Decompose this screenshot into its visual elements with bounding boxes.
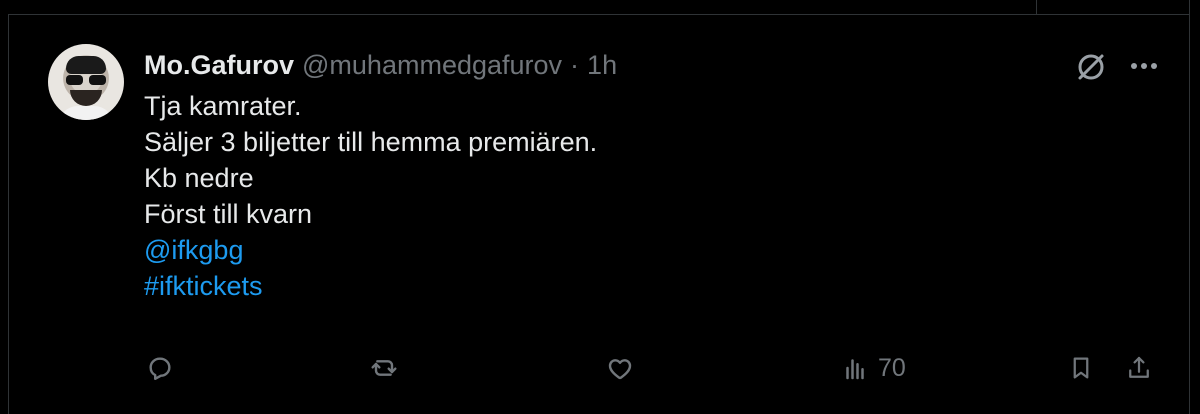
views-button[interactable]: 70	[840, 348, 906, 388]
tweet-time[interactable]: 1h	[587, 50, 617, 81]
like-button[interactable]	[604, 348, 636, 388]
header-separator: ·	[570, 49, 580, 80]
bookmark-icon	[1073, 357, 1089, 379]
tweet-line-2: Säljer 3 biljetter till hemma premiären.	[144, 127, 598, 157]
mention-link[interactable]: @ifkgbg	[144, 232, 1044, 268]
avatar-hair	[66, 56, 106, 74]
hashtag-link[interactable]: #ifktickets	[144, 268, 1044, 304]
retweet-icon	[371, 360, 397, 376]
avatar-shirt	[58, 106, 114, 120]
author-name[interactable]: Mo.Gafurov	[144, 50, 294, 81]
reply-icon	[149, 357, 171, 380]
tweet-card: Mo.Gafurov @muhammedgafurov · 1h Tja kam…	[0, 0, 1200, 414]
avatar[interactable]	[48, 44, 124, 120]
card-top-border	[8, 14, 1190, 15]
grok-icon[interactable]	[1074, 50, 1108, 84]
author-handle[interactable]: @muhammedgafurov	[302, 50, 562, 81]
heart-icon	[608, 359, 632, 380]
retweet-button[interactable]	[368, 348, 400, 388]
bookmark-button[interactable]	[1066, 348, 1096, 388]
tweet-line-4: Först till kvarn	[144, 199, 313, 229]
avatar-sunglasses	[66, 75, 106, 85]
tweet-header: Mo.Gafurov @muhammedgafurov · 1h	[144, 48, 617, 82]
share-button[interactable]	[1124, 348, 1154, 388]
share-icon	[1129, 356, 1149, 378]
tweet-line-1: Tja kamrater.	[144, 91, 302, 121]
card-right-border	[1189, 0, 1190, 414]
tweet-line-3: Kb nedre	[144, 163, 254, 193]
tweet-text: Tja kamrater. Säljer 3 biljetter till he…	[144, 88, 1044, 304]
views-count: 70	[878, 353, 906, 382]
more-icon[interactable]	[1128, 58, 1160, 74]
views-icon	[846, 359, 864, 380]
tweet-actions: 70	[144, 348, 1164, 388]
card-left-border	[8, 14, 9, 414]
reply-button[interactable]	[144, 348, 176, 388]
avatar-beard	[70, 90, 102, 106]
top-divider	[1036, 0, 1037, 14]
